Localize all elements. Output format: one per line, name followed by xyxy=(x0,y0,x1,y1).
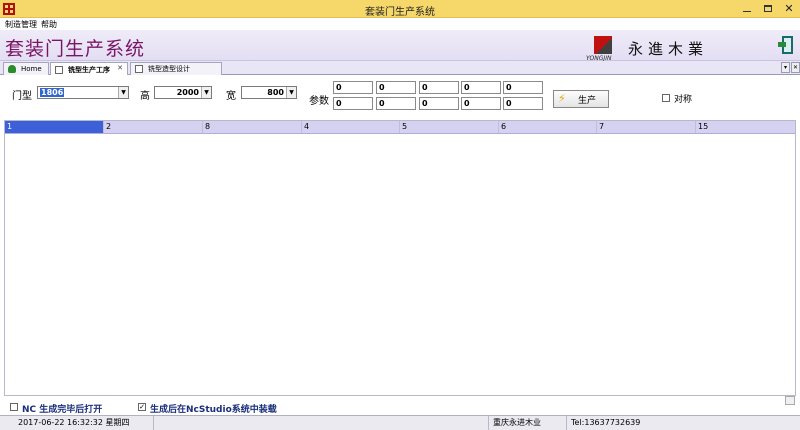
tab-home-label: Home xyxy=(21,65,42,73)
tab-milling-design-label: 铣型造型设计 xyxy=(148,65,190,73)
status-bar: 2017-06-22 16:32:32 星期四 重庆永进木业 Tel:13637… xyxy=(0,415,800,430)
width-select[interactable]: 800 ▼ xyxy=(241,86,297,99)
exit-icon[interactable] xyxy=(778,36,794,55)
tab-scroll-down-icon[interactable]: ▾ xyxy=(781,62,790,73)
status-spacer xyxy=(154,416,489,430)
status-datetime: 2017-06-22 16:32:32 星期四 xyxy=(14,416,154,430)
menu-item-manufacturing[interactable]: 制造管理 xyxy=(5,19,37,30)
param-input[interactable]: 0 xyxy=(376,97,416,110)
document-icon xyxy=(55,65,63,74)
door-type-select[interactable]: 1806 ▼ xyxy=(37,86,129,99)
load-in-ncstudio-label: 生成后在NcStudio系统中装载 xyxy=(150,405,277,415)
company-logo-icon xyxy=(594,36,612,54)
height-label: 高 xyxy=(140,91,150,102)
close-icon: ✕ xyxy=(784,2,794,15)
maximize-button[interactable] xyxy=(758,0,778,17)
open-after-nc-label: NC 生成完毕后打开 xyxy=(22,405,103,415)
width-value: 800 xyxy=(267,88,284,97)
chevron-down-icon: ▼ xyxy=(118,87,128,98)
param-input[interactable]: 0 xyxy=(461,97,501,110)
param-input[interactable]: 0 xyxy=(419,81,459,94)
tab-close-all-icon[interactable]: ✕ xyxy=(791,62,800,73)
production-form: 门型 1806 ▼ 高 2000 ▼ 宽 800 ▼ 参数 0 0 0 0 0 … xyxy=(0,75,800,120)
produce-button-label: 生产 xyxy=(578,95,597,106)
close-button[interactable]: ✕ xyxy=(778,0,800,17)
minimize-button[interactable] xyxy=(736,0,758,17)
window-title: 套装门生产系统 xyxy=(365,7,435,18)
status-company: 重庆永进木业 xyxy=(489,416,567,430)
maximize-icon xyxy=(764,5,772,12)
open-after-nc-checkbox[interactable] xyxy=(10,403,18,411)
menu-item-help[interactable]: 帮助 xyxy=(41,19,57,30)
title-bar: 套装门生产系统 ✕ xyxy=(0,0,800,18)
door-type-value: 1806 xyxy=(40,88,65,97)
grid-header-row: 1 2 8 4 5 6 7 15 xyxy=(5,121,795,134)
grid-header-cell[interactable]: 4 xyxy=(302,121,400,133)
tab-milling-process[interactable]: 铣型生产工序 ✕ xyxy=(50,62,128,76)
grid-header-cell[interactable]: 8 xyxy=(203,121,302,133)
home-icon xyxy=(8,65,16,73)
status-tel: Tel:13637732639 xyxy=(571,418,641,427)
grid-header-cell[interactable]: 7 xyxy=(597,121,696,133)
produce-button[interactable]: ⚡ 生产 xyxy=(553,90,609,108)
door-type-label: 门型 xyxy=(12,91,32,102)
grid-header-cell[interactable]: 15 xyxy=(696,121,795,133)
grid-header-cell[interactable]: 2 xyxy=(104,121,203,133)
app-banner: 套装门生产系统 永進木業 xyxy=(0,30,800,61)
param-input[interactable]: 0 xyxy=(376,81,416,94)
data-grid[interactable]: 1 2 8 4 5 6 7 15 xyxy=(4,120,796,396)
symmetric-checkbox[interactable] xyxy=(662,94,670,102)
param-input[interactable]: 0 xyxy=(333,81,373,94)
generation-options: NC 生成完毕后打开 ✓ 生成后在NcStudio系统中装载 xyxy=(0,400,800,415)
company-logo-text: 永進木業 xyxy=(628,40,709,58)
app-title: 套装门生产系统 xyxy=(5,38,146,60)
param-input[interactable]: 0 xyxy=(333,97,373,110)
height-value: 2000 xyxy=(176,88,199,97)
chevron-down-icon: ▼ xyxy=(201,87,211,98)
param-input[interactable]: 0 xyxy=(419,97,459,110)
width-label: 宽 xyxy=(226,91,236,102)
document-icon xyxy=(135,65,143,73)
minimize-icon xyxy=(743,11,751,12)
param-input[interactable]: 0 xyxy=(503,97,543,110)
load-in-ncstudio-checkbox[interactable]: ✓ xyxy=(138,403,146,411)
params-label: 参数 xyxy=(309,96,329,107)
menu-bar: 制造管理 帮助 xyxy=(0,18,800,30)
tab-milling-process-label: 铣型生产工序 xyxy=(68,65,110,74)
tab-home[interactable]: Home xyxy=(3,62,49,75)
height-select[interactable]: 2000 ▼ xyxy=(154,86,212,99)
tab-close-icon[interactable]: ✕ xyxy=(117,64,123,72)
tab-milling-design[interactable]: 铣型造型设计 xyxy=(130,62,222,75)
grid-header-cell[interactable]: 5 xyxy=(400,121,499,133)
lightning-icon: ⚡ xyxy=(558,92,566,105)
param-input[interactable]: 0 xyxy=(461,81,501,94)
grid-header-cell[interactable]: 1 xyxy=(5,121,104,133)
param-input[interactable]: 0 xyxy=(503,81,543,94)
grid-header-cell[interactable]: 6 xyxy=(499,121,597,133)
tab-bar: Home 铣型生产工序 ✕ 铣型造型设计 ▾ ✕ xyxy=(0,61,800,76)
chevron-down-icon: ▼ xyxy=(286,87,296,98)
symmetric-label: 对称 xyxy=(674,95,693,105)
